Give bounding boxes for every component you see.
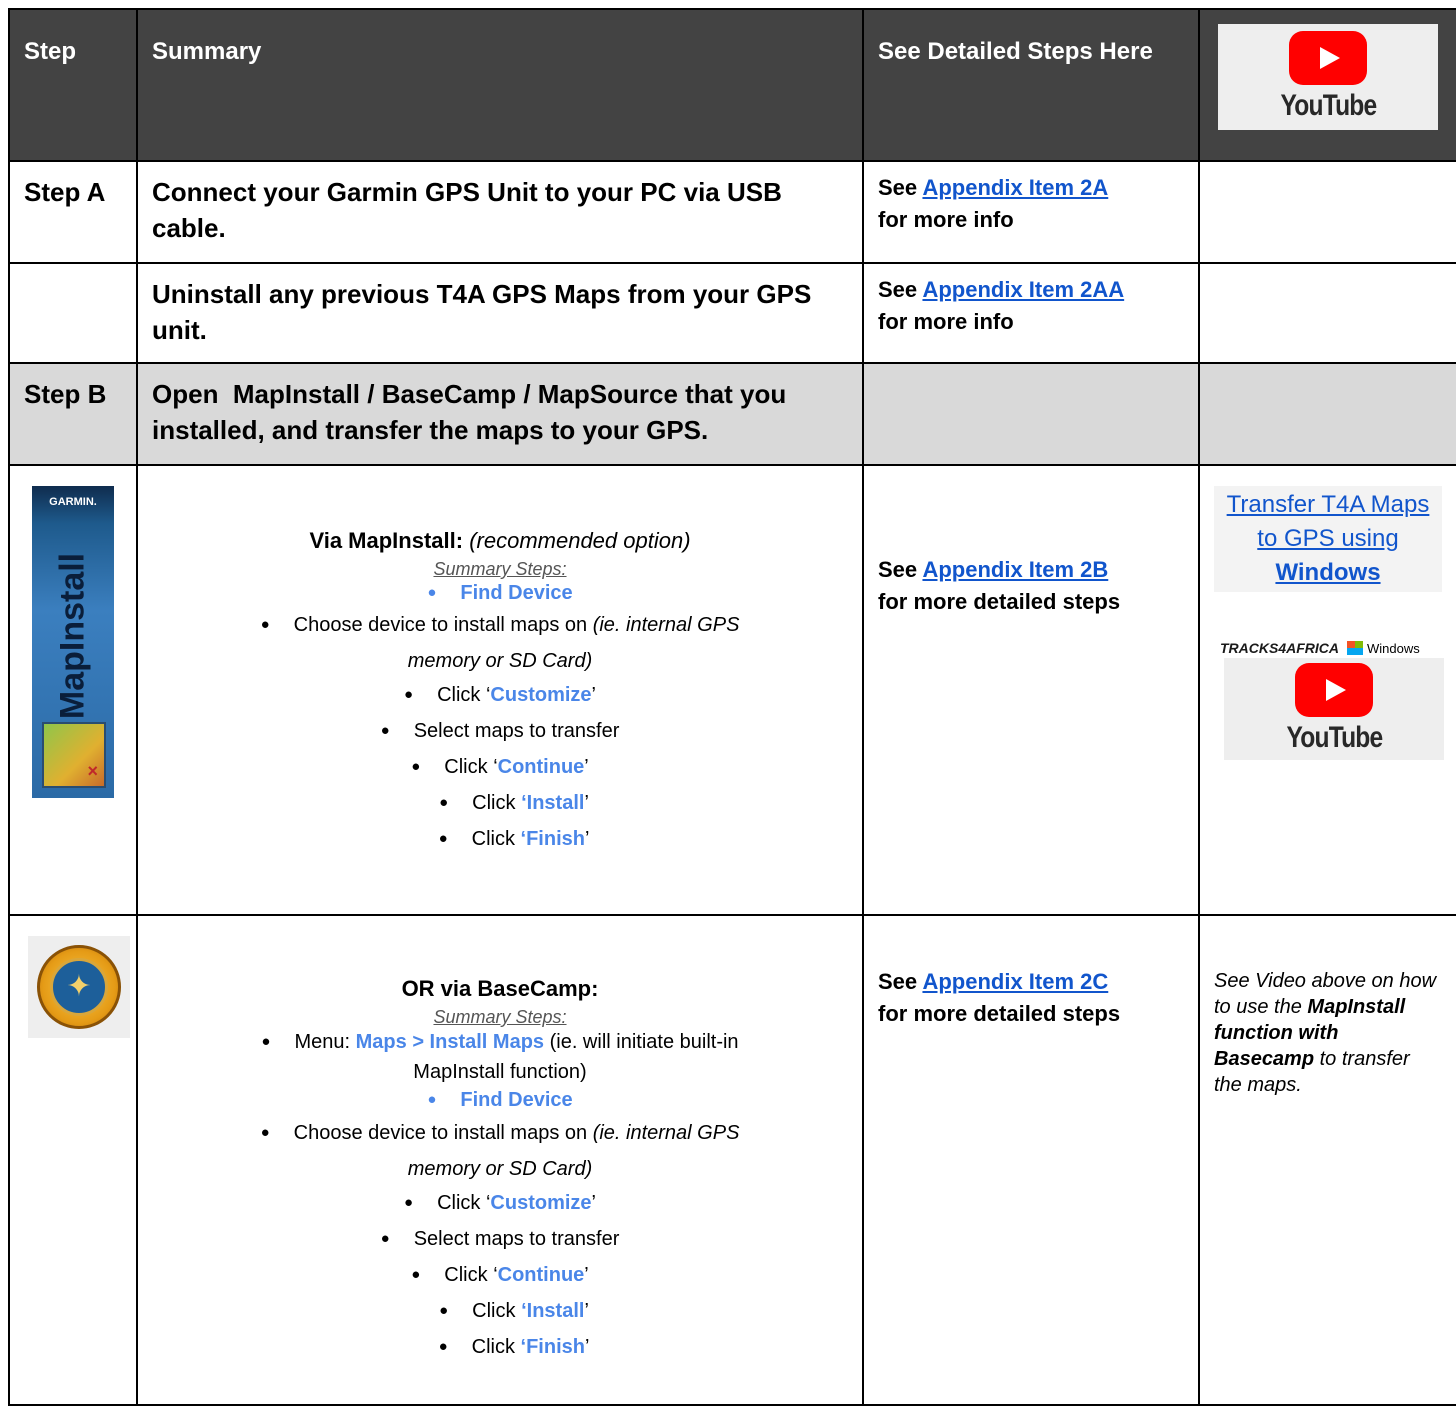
- detailed-steps-label: for more detailed steps: [878, 589, 1121, 614]
- step-a-label: Step A: [24, 177, 106, 207]
- appendix-2aa-link[interactable]: Appendix Item 2AA: [922, 277, 1124, 302]
- click-label: Click: [472, 1300, 516, 1322]
- click-label: Click: [444, 756, 488, 778]
- recommended-note: (recommended option): [469, 528, 691, 553]
- click-label: Click: [472, 792, 516, 814]
- uninstall-detail: See Appendix Item 2AA for more info: [864, 264, 1198, 338]
- click-label: Click: [437, 1192, 481, 1214]
- step-b-label: Step B: [24, 379, 107, 409]
- appendix-2a-link[interactable]: Appendix Item 2A: [922, 175, 1108, 200]
- youtube-wordmark: YouTube: [1286, 721, 1383, 754]
- youtube-video-thumbnail[interactable]: YouTube: [1224, 658, 1444, 760]
- choose-note-2: memory or SD Card): [407, 1158, 593, 1180]
- finish-text: Finish: [526, 1336, 585, 1358]
- choose-note-1: (ie. internal GPS: [592, 614, 740, 636]
- find-device-text: Find Device: [460, 1089, 573, 1111]
- step-a-detail: See Appendix Item 2A for more info: [864, 162, 1198, 236]
- table-row-mapinstall: GARMIN. MapInstall × Via MapInstall: (re…: [8, 464, 1456, 916]
- install-text: Install: [526, 792, 585, 814]
- mapinstall-summary: Via MapInstall: (recommended option) Sum…: [138, 466, 862, 858]
- appendix-2b-link[interactable]: Appendix Item 2B: [922, 557, 1108, 582]
- table-row-uninstall: Uninstall any previous T4A GPS Maps from…: [8, 262, 1456, 364]
- select-maps-item: Select maps to transfer: [413, 720, 620, 742]
- click-label: Click: [437, 684, 481, 706]
- mapinstall-app-icon: GARMIN. MapInstall ×: [32, 486, 114, 798]
- basecamp-title: OR via BaseCamp:: [401, 976, 599, 1001]
- more-info-label: for more info: [878, 207, 1014, 232]
- windows-label: Windows: [1367, 640, 1420, 656]
- see-label: See: [878, 175, 918, 200]
- summary-steps-label: Summary Steps:: [433, 1007, 567, 1027]
- garmin-brand-label: GARMIN.: [49, 496, 97, 508]
- menu-note-1: (ie. will initiate built-in: [549, 1031, 739, 1053]
- basecamp-detail: See Appendix Item 2C for more detailed s…: [864, 916, 1198, 1030]
- mapinstall-detail: See Appendix Item 2B for more detailed s…: [864, 466, 1198, 618]
- choose-device-item: Choose device to install maps on: [293, 614, 588, 636]
- see-label: See: [878, 969, 918, 994]
- choose-device-item: Choose device to install maps on: [293, 1122, 588, 1144]
- basecamp-app-icon: ✦: [28, 936, 130, 1038]
- youtube-play-icon: [1289, 31, 1367, 85]
- select-maps-item: Select maps to transfer: [413, 1228, 620, 1250]
- youtube-wordmark: YouTube: [1280, 89, 1377, 122]
- menu-note-2: MapInstall function): [413, 1061, 587, 1083]
- click-label: Click: [471, 1336, 515, 1358]
- basecamp-summary: OR via BaseCamp: Summary Steps: Menu: Ma…: [138, 916, 862, 1366]
- uninstall-summary: Uninstall any previous T4A GPS Maps from…: [152, 279, 812, 345]
- continue-text: Continue: [497, 756, 585, 778]
- header-detailed-steps: See Detailed Steps Here: [878, 38, 1153, 65]
- header-row: Step Summary See Detailed Steps Here You…: [8, 8, 1456, 162]
- menu-label: Menu:: [294, 1031, 351, 1053]
- map-icon: ×: [42, 722, 106, 788]
- finish-text: Finish: [526, 828, 585, 850]
- customize-text: Customize: [490, 1192, 592, 1214]
- table-row-step-b: Step B Open MapInstall / BaseCamp / MapS…: [8, 362, 1456, 466]
- windows-video-link[interactable]: Transfer T4A Maps to GPS using Windows: [1214, 486, 1442, 592]
- tracks4africa-banner: TRACKS4AFRICA Windows: [1220, 640, 1450, 656]
- click-label: Click: [444, 1264, 488, 1286]
- table-row-step-a: Step A Connect your Garmin GPS Unit to y…: [8, 160, 1456, 264]
- install-text: Install: [526, 1300, 585, 1322]
- continue-text: Continue: [497, 1264, 585, 1286]
- click-label: Click: [471, 828, 515, 850]
- youtube-play-icon: [1295, 663, 1373, 717]
- see-label: See: [878, 557, 918, 582]
- step-b-summary: Open MapInstall / BaseCamp / MapSource t…: [152, 379, 794, 445]
- find-device-item: [427, 582, 460, 604]
- video-link-windows: Windows: [1275, 559, 1381, 586]
- tracks4africa-logo-text: TRACKS4AFRICA: [1220, 640, 1339, 656]
- customize-text: Customize: [490, 684, 592, 706]
- video-link-text: Transfer T4A Maps to GPS using: [1226, 491, 1430, 552]
- step-a-summary: Connect your Garmin GPS Unit to your PC …: [152, 177, 782, 243]
- table-row-basecamp: ✦ OR via BaseCamp: Summary Steps: Menu: …: [8, 914, 1456, 1406]
- see-label: See: [878, 277, 918, 302]
- mapinstall-title: Via MapInstall:: [309, 528, 464, 553]
- find-device-text: Find Device: [460, 582, 573, 604]
- steps-table: Step Summary See Detailed Steps Here You…: [8, 8, 1456, 1406]
- summary-steps-label: Summary Steps:: [433, 559, 567, 579]
- appendix-2c-link[interactable]: Appendix Item 2C: [922, 969, 1108, 994]
- menu-path: Maps > Install Maps: [355, 1031, 545, 1053]
- youtube-logo[interactable]: YouTube: [1218, 24, 1438, 130]
- more-info-label: for more info: [878, 309, 1014, 334]
- choose-note-2: memory or SD Card): [407, 650, 593, 672]
- mapinstall-vertical-label: MapInstall: [53, 552, 92, 720]
- header-summary: Summary: [152, 38, 262, 65]
- detailed-steps-label: for more detailed steps: [878, 1001, 1121, 1026]
- header-step: Step: [24, 38, 77, 65]
- choose-note-1: (ie. internal GPS: [592, 1122, 740, 1144]
- windows-logo-icon: [1347, 641, 1363, 655]
- basecamp-video-note: See Video above on how to use the MapIns…: [1200, 916, 1456, 1098]
